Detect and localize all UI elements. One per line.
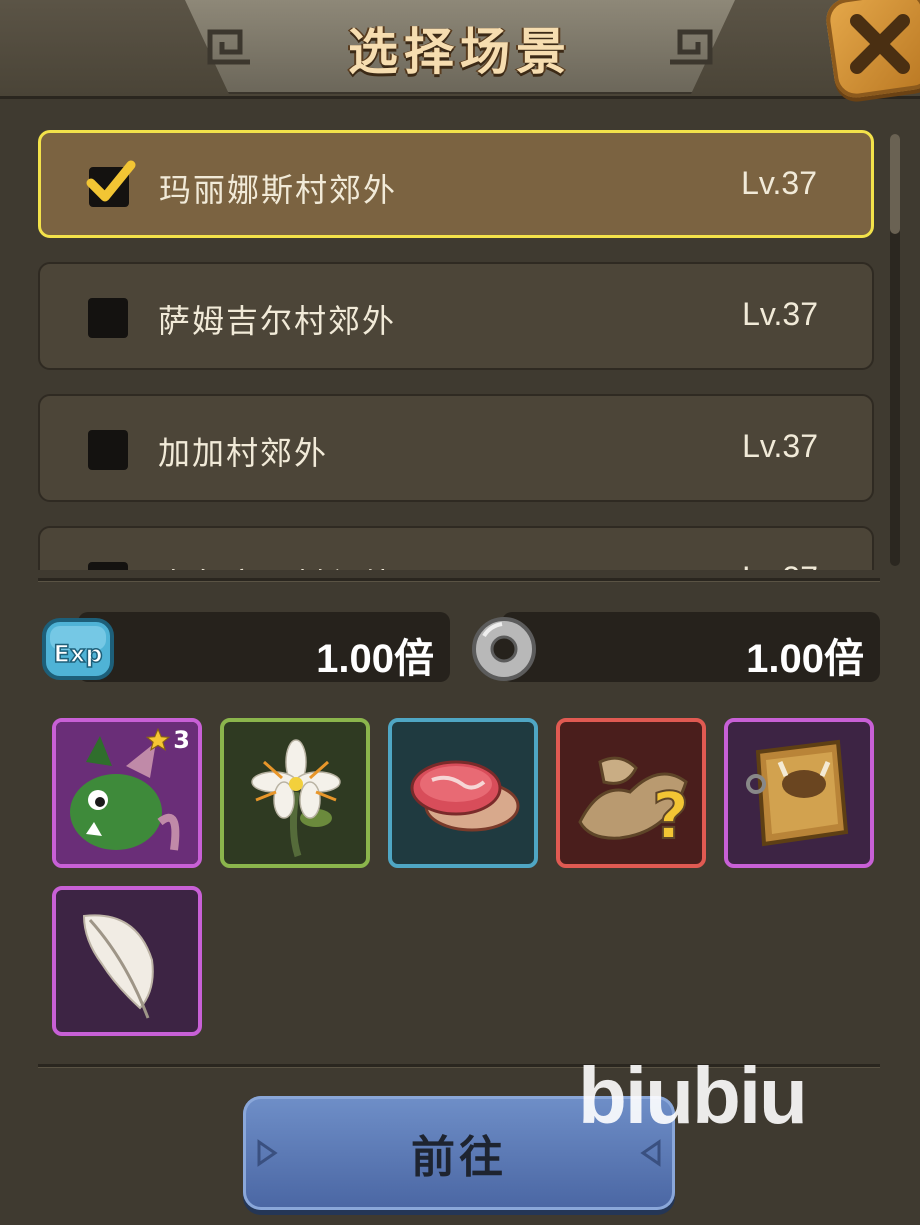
scene-checkbox-1[interactable]	[88, 298, 128, 338]
reward-slot-2[interactable]	[388, 718, 538, 868]
close-button[interactable]	[823, 0, 920, 101]
pet-star-count: 3	[173, 726, 190, 754]
white-flower-icon	[251, 739, 341, 858]
divider	[38, 578, 880, 581]
scene-checkbox-0[interactable]	[86, 160, 136, 207]
scrollbar-thumb[interactable]	[890, 134, 900, 234]
svg-text:?: ?	[652, 780, 689, 854]
mystery-fossil-icon: ?	[578, 756, 690, 855]
scene-list[interactable]: 玛丽娜斯村郊外 Lv.37 萨姆吉尔村郊外 Lv.37 加加村郊外 Lv.37 …	[38, 128, 878, 570]
monster-book-icon	[746, 739, 849, 847]
meat-steak-icon	[410, 760, 520, 832]
close-x-icon	[850, 14, 910, 75]
scene-item-1[interactable]: 萨姆吉尔村郊外 Lv.37	[38, 262, 874, 370]
scene-name: 萨姆吉尔村郊外	[158, 302, 397, 340]
exp-badge-label: Exp	[53, 640, 102, 668]
arrow-left-icon	[640, 1139, 661, 1167]
scene-name: 卡鲁塞那村郊外	[158, 560, 396, 570]
reward-slot-1[interactable]	[220, 718, 370, 868]
scene-list-scrollbar[interactable]	[890, 134, 900, 566]
scene-item-3[interactable]: 卡鲁塞那村郊外 Lv.37	[38, 526, 874, 570]
scene-checkbox-3[interactable]	[88, 562, 128, 570]
watermark-text: biubiu	[578, 1051, 808, 1140]
checkmark-icon	[86, 160, 136, 202]
reward-slot-5[interactable]	[52, 886, 202, 1036]
reward-slot-3[interactable]: ?	[556, 718, 706, 868]
scene-item-0[interactable]: 玛丽娜斯村郊外 Lv.37	[38, 130, 874, 238]
star-icon	[146, 727, 171, 751]
exp-multiplier-value: 1.00倍	[316, 637, 434, 681]
reward-slot-4[interactable]	[724, 718, 874, 868]
pet-star-badge: 3	[145, 726, 190, 754]
arrow-right-icon	[257, 1139, 278, 1167]
stone-multiplier-value: 1.00倍	[746, 637, 864, 681]
scene-checkbox-2[interactable]	[88, 430, 128, 470]
scene-level: Lv.37	[742, 296, 818, 332]
stone-multiplier-bar: 1.00倍	[502, 612, 880, 682]
header-bar: 选择场景	[0, 0, 920, 99]
scene-level: Lv.37	[742, 560, 818, 570]
page-title: 选择场景	[348, 23, 572, 81]
scene-item-2[interactable]: 加加村郊外 Lv.37	[38, 394, 874, 502]
scene-name: 加加村郊外	[158, 434, 329, 472]
stone-ring-icon	[472, 617, 536, 681]
scene-level: Lv.37	[741, 165, 817, 201]
exp-multiplier-bar: 1.00倍	[78, 612, 450, 682]
white-feather-icon	[82, 914, 154, 1019]
exp-badge-icon: Exp	[42, 618, 114, 680]
reward-slot-0[interactable]: 3	[52, 718, 202, 868]
go-button-label: 前往	[411, 1132, 507, 1183]
scene-level: Lv.37	[742, 428, 818, 464]
scene-name: 玛丽娜斯村郊外	[159, 171, 398, 209]
